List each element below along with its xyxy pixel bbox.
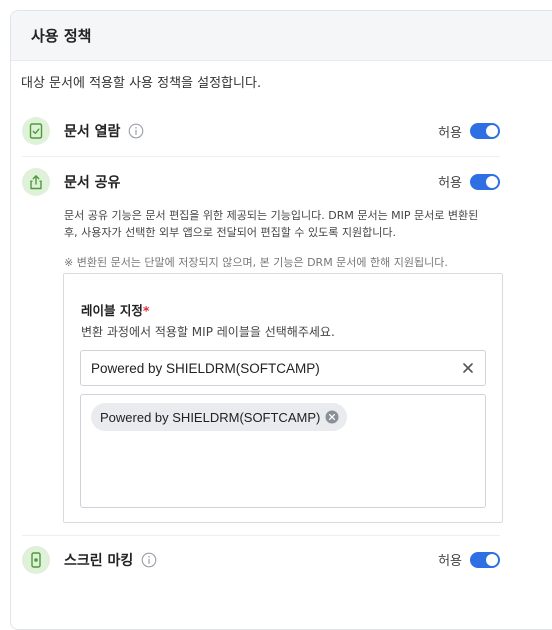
policy-row-view: 문서 열람 허용: [22, 106, 500, 156]
share-description-line: 문서 공유 기능은 문서 편집을 위한 제공되는 기능입니다. DRM 문서는 …: [64, 209, 479, 222]
clear-icon[interactable]: [461, 361, 475, 375]
label-assignment-title: 레이블 지정*: [81, 300, 149, 319]
share-note: ※ 변환된 문서는 단말에 저장되지 않으며, 본 기능은 DRM 문서에 한해…: [64, 256, 448, 269]
panel-title: 사용 정책: [31, 27, 92, 45]
info-icon[interactable]: [128, 123, 144, 139]
label-select-value: Powered by SHIELDRM(SOFTCAMP): [91, 360, 320, 376]
share-toggle[interactable]: [470, 173, 500, 190]
policy-label-share: 문서 공유: [64, 174, 121, 191]
policy-status-screen-marking: 허용: [438, 554, 462, 569]
screen-marking-toggle[interactable]: [470, 551, 500, 568]
policy-label-screen-marking: 스크린 마킹: [64, 552, 134, 569]
share-description: 문서 공유 기능은 문서 편집을 위한 제공되는 기능입니다. DRM 문서는 …: [64, 208, 504, 241]
panel-description: 대상 문서에 적용할 사용 정책을 설정합니다.: [21, 76, 262, 91]
policy-row-screen-marking: 스크린 마킹 허용: [22, 535, 500, 583]
required-mark: *: [142, 303, 150, 318]
label-chip: Powered by SHIELDRM(SOFTCAMP): [91, 403, 348, 431]
share-icon: [22, 167, 50, 196]
screen-marking-icon: [22, 545, 50, 574]
remove-chip-icon[interactable]: [325, 410, 339, 424]
view-toggle[interactable]: [470, 123, 500, 139]
label-assignment-hint: 변환 과정에서 적용할 MIP 레이블을 선택해주세요.: [81, 325, 335, 339]
label-assignment-box: 레이블 지정* 변환 과정에서 적용할 MIP 레이블을 선택해주세요. Pow…: [63, 273, 503, 523]
policy-status-share: 허용: [438, 176, 462, 191]
panel-header: 사용 정책: [11, 11, 552, 61]
policy-label-view: 문서 열람: [64, 124, 121, 140]
policy-status-view: 허용: [438, 125, 462, 141]
document-check-icon: [22, 117, 50, 145]
policy-row-share: 문서 공유 허용: [22, 156, 500, 206]
selected-labels-area[interactable]: Powered by SHIELDRM(SOFTCAMP): [80, 394, 486, 508]
label-chip-text: Powered by SHIELDRM(SOFTCAMP): [100, 409, 321, 425]
info-icon[interactable]: [141, 552, 157, 568]
share-description-line: 후, 사용자가 선택한 외부 앱으로 전달되어 편집할 수 있도록 지원합니다.: [64, 225, 396, 239]
label-select[interactable]: Powered by SHIELDRM(SOFTCAMP): [80, 350, 486, 386]
label-title-text: 레이블 지정: [81, 303, 143, 318]
